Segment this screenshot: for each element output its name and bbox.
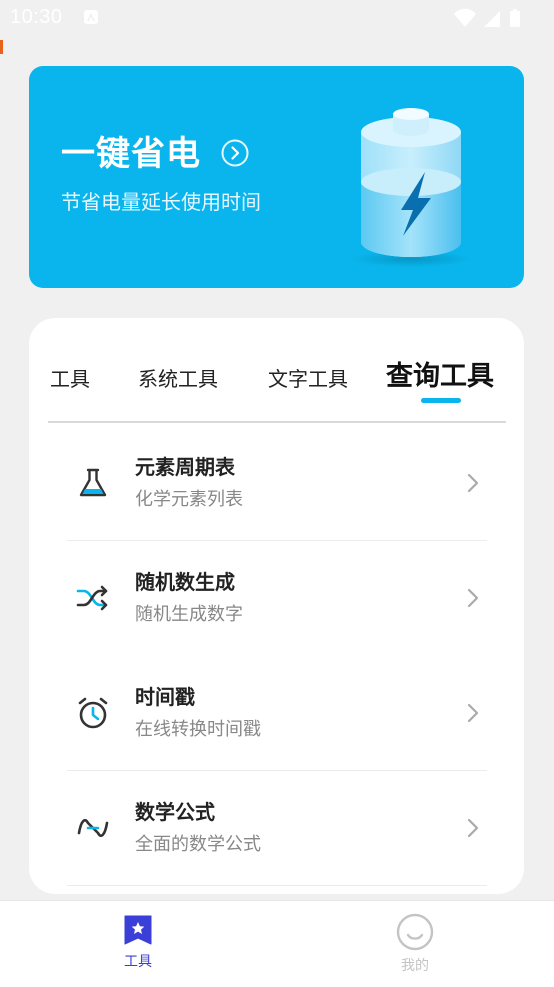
tab-text-tools[interactable]: 文字工具: [268, 356, 348, 402]
tab-system-tools[interactable]: 系统工具: [138, 356, 218, 402]
status-bar: 10:30: [0, 0, 554, 36]
status-indicators: [452, 8, 542, 28]
wifi-icon: [454, 8, 476, 28]
tab-query-tools[interactable]: 查询工具: [386, 354, 494, 400]
active-tab-indicator: [421, 398, 461, 403]
tab-tools[interactable]: 工具: [50, 356, 90, 402]
item-title: 随机数生成: [135, 570, 235, 594]
edge-mark: [0, 40, 3, 54]
shuffle-icon: [76, 581, 110, 615]
alarm-clock-icon: [76, 696, 110, 730]
flask-icon: [76, 466, 110, 500]
bottom-nav: 工具 我的: [0, 900, 554, 987]
signal-icon: [484, 11, 500, 27]
chevron-right-icon: [465, 472, 481, 494]
bookmark-star-icon: [124, 915, 152, 945]
nav-mine[interactable]: 我的: [375, 913, 455, 975]
tab-divider: [48, 421, 506, 423]
sine-wave-icon: [76, 811, 110, 845]
item-subtitle: 化学元素列表: [135, 489, 243, 510]
nav-tools[interactable]: 工具: [98, 913, 178, 971]
chevron-right-icon: [465, 702, 481, 724]
list-item-timestamp[interactable]: 时间戳 在线转换时间戳: [29, 656, 524, 771]
smiley-icon: [396, 913, 434, 951]
list-item-periodic-table[interactable]: 元素周期表 化学元素列表: [29, 426, 524, 541]
item-subtitle: 在线转换时间戳: [135, 719, 261, 740]
battery-illustration-icon: [351, 102, 471, 267]
banner-title: 一键省电: [61, 134, 201, 174]
item-subtitle: 随机生成数字: [135, 604, 243, 625]
item-title: 时间戳: [135, 685, 195, 709]
tools-card: 工具 系统工具 文字工具 查询工具 元素周期表 化学元素列表 随机数生成 随机生…: [29, 318, 524, 894]
chevron-right-circle-icon[interactable]: [221, 139, 249, 167]
chevron-right-icon: [465, 817, 481, 839]
chevron-right-icon: [465, 587, 481, 609]
banner-subtitle: 节省电量延长使用时间: [61, 190, 261, 214]
item-title: 数学公式: [135, 800, 215, 824]
notification-a-icon: [84, 10, 98, 24]
list-item-math-formula[interactable]: 数学公式 全面的数学公式: [29, 771, 524, 886]
list-item-random-number[interactable]: 随机数生成 随机生成数字: [29, 541, 524, 656]
item-subtitle: 全面的数学公式: [135, 834, 261, 855]
power-saving-banner[interactable]: 一键省电 节省电量延长使用时间: [29, 66, 524, 288]
item-title: 元素周期表: [135, 455, 235, 479]
status-time: 10:30: [10, 6, 63, 28]
separator: [67, 885, 487, 886]
nav-mine-label: 我的: [401, 958, 429, 974]
nav-tools-label: 工具: [124, 954, 152, 970]
battery-icon: [510, 9, 520, 27]
